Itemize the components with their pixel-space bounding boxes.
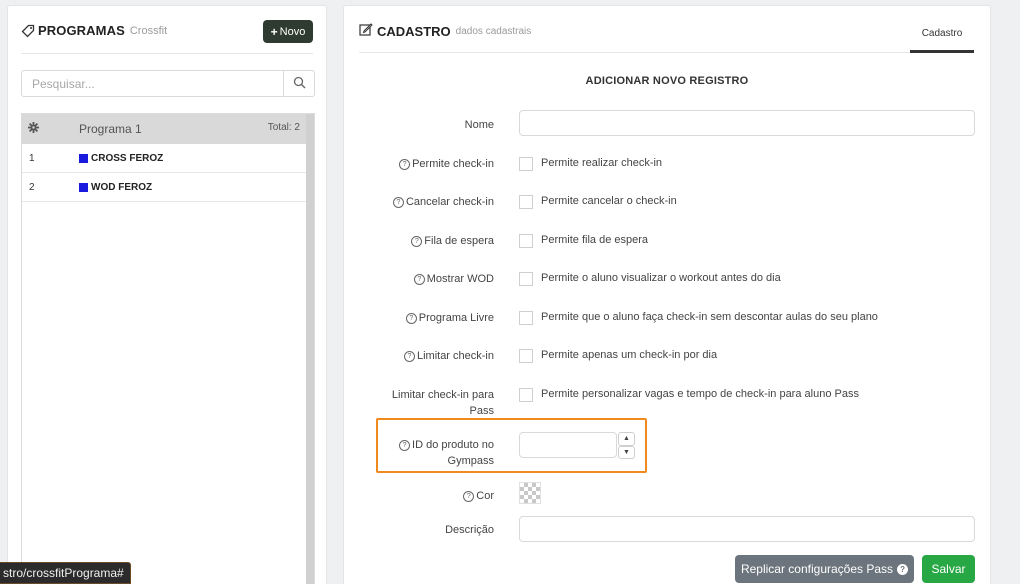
limitar-pass-label-line2: Pass bbox=[469, 405, 494, 417]
limitar-checkin-label-text: Limitar check-in bbox=[416, 350, 494, 362]
novo-button-label: Novo bbox=[279, 25, 306, 38]
cadastro-title-group: CADASTRO dados cadastrais bbox=[359, 23, 531, 40]
programs-title: PROGRAMAS bbox=[38, 23, 125, 38]
list-item-number: 1 bbox=[29, 152, 35, 164]
limitar-pass-label: Limitar check-in para Pass bbox=[392, 387, 494, 419]
limitar-pass-checkbox[interactable] bbox=[519, 388, 533, 402]
cadastro-subtitle: dados cadastrais bbox=[455, 26, 532, 37]
edit-icon bbox=[359, 23, 373, 40]
list-header-program: Programa 1 bbox=[79, 122, 142, 136]
cancelar-checkin-label-text: Cancelar check-in bbox=[405, 196, 494, 208]
mostrar-wod-checkbox[interactable] bbox=[519, 272, 533, 286]
gear-icon[interactable] bbox=[28, 122, 39, 136]
help-icon[interactable]: ? bbox=[463, 491, 475, 502]
cadastro-header: CADASTRO dados cadastrais Cadastro bbox=[359, 16, 974, 53]
replicar-pass-label: Replicar configurações Pass bbox=[740, 562, 894, 576]
list-item-number: 2 bbox=[29, 181, 35, 193]
limitar-pass-text: Permite personalizar vagas e tempo de ch… bbox=[541, 388, 859, 400]
status-bar-url: stro/crossfitPrograma# bbox=[0, 562, 131, 584]
search-button[interactable] bbox=[283, 71, 314, 96]
novo-button[interactable]: + Novo bbox=[263, 20, 313, 43]
search-input[interactable] bbox=[22, 71, 283, 96]
list-item[interactable]: 1 CROSS FEROZ bbox=[22, 144, 306, 173]
cor-label-text: Cor bbox=[476, 490, 494, 502]
help-icon[interactable]: ? bbox=[392, 197, 404, 208]
list-scrollbar[interactable] bbox=[306, 114, 314, 584]
cadastro-title: CADASTRO bbox=[377, 24, 451, 39]
id-gympass-stepper[interactable]: ▲ ▼ bbox=[618, 432, 635, 459]
descricao-label: Descrição bbox=[445, 524, 494, 536]
permite-checkin-text: Permite realizar check-in bbox=[541, 157, 663, 169]
help-icon[interactable]: ? bbox=[411, 236, 423, 247]
limitar-checkin-text: Permite apenas um check-in por dia bbox=[541, 349, 718, 361]
cancelar-checkin-checkbox[interactable] bbox=[519, 195, 533, 209]
save-button[interactable]: Salvar bbox=[922, 555, 975, 583]
list-item-name: WOD FEROZ bbox=[91, 181, 153, 193]
programs-subtitle: Crossfit bbox=[129, 24, 168, 37]
mostrar-wod-text: Permite o aluno visualizar o workout ant… bbox=[541, 272, 781, 284]
permite-checkin-checkbox[interactable] bbox=[519, 157, 533, 171]
programs-panel: PROGRAMAS Crossfit + Novo Programa 1 Tot… bbox=[7, 5, 327, 584]
chevron-up-icon[interactable]: ▲ bbox=[618, 432, 635, 446]
color-swatch bbox=[79, 153, 88, 163]
help-icon[interactable]: ? bbox=[399, 159, 411, 170]
id-gympass-label-line2: Gympass bbox=[447, 455, 494, 467]
color-picker[interactable] bbox=[519, 482, 541, 504]
id-gympass-input[interactable] bbox=[519, 432, 617, 458]
cor-label: ? Cor bbox=[463, 488, 494, 504]
tab-cadastro[interactable]: Cadastro bbox=[910, 16, 974, 53]
plus-icon: + bbox=[270, 24, 278, 39]
search-box bbox=[21, 70, 315, 97]
id-gympass-label-line1: ID do produto no bbox=[412, 439, 494, 451]
fila-espera-text: Permite fila de espera bbox=[541, 234, 648, 246]
nome-label: Nome bbox=[464, 119, 494, 131]
tag-icon bbox=[21, 24, 35, 38]
programa-livre-checkbox[interactable] bbox=[519, 311, 533, 325]
programa-livre-text: Permite que o aluno faça check-in sem de… bbox=[541, 311, 878, 323]
descricao-input[interactable] bbox=[519, 516, 975, 542]
cadastro-panel: CADASTRO dados cadastrais Cadastro ADICI… bbox=[343, 5, 991, 584]
list-header-total: Total: 2 bbox=[267, 122, 300, 133]
fila-espera-checkbox[interactable] bbox=[519, 234, 533, 248]
cancelar-checkin-label: ? Cancelar check-in bbox=[392, 194, 494, 210]
nome-input[interactable] bbox=[519, 110, 975, 136]
permite-checkin-label-text: Permite check-in bbox=[412, 158, 494, 170]
replicar-pass-button[interactable]: Replicar configurações Pass ? bbox=[735, 555, 914, 583]
fila-espera-label-text: Fila de espera bbox=[424, 235, 494, 247]
limitar-pass-label-line1: Limitar check-in para bbox=[391, 389, 494, 401]
programs-title-group: PROGRAMAS Crossfit bbox=[21, 23, 167, 38]
color-swatch bbox=[79, 182, 88, 192]
limitar-checkin-checkbox[interactable] bbox=[519, 349, 533, 363]
fila-espera-label: ? Fila de espera bbox=[411, 233, 494, 249]
programa-livre-label-text: Programa Livre bbox=[418, 312, 494, 324]
question-icon: ? bbox=[897, 563, 909, 575]
permite-checkin-label: ? Permite check-in bbox=[399, 156, 494, 172]
limitar-checkin-label: ? Limitar check-in bbox=[403, 348, 494, 364]
id-gympass-label: ? ID do produto no Gympass bbox=[399, 437, 494, 469]
list-item[interactable]: 2 WOD FEROZ bbox=[22, 173, 306, 202]
programs-list: Programa 1 Total: 2 1 CROSS FEROZ 2 WOD … bbox=[21, 113, 315, 584]
help-icon[interactable]: ? bbox=[413, 274, 425, 285]
search-icon bbox=[293, 76, 306, 92]
list-header: Programa 1 Total: 2 bbox=[22, 114, 314, 144]
section-title: ADICIONAR NOVO REGISTRO bbox=[585, 75, 749, 87]
cancelar-checkin-text: Permite cancelar o check-in bbox=[541, 195, 677, 207]
mostrar-wod-label-text: Mostrar WOD bbox=[426, 273, 494, 285]
help-icon[interactable]: ? bbox=[405, 313, 417, 324]
mostrar-wod-label: ? Mostrar WOD bbox=[413, 271, 494, 287]
chevron-down-icon[interactable]: ▼ bbox=[618, 445, 635, 459]
list-item-name: CROSS FEROZ bbox=[91, 152, 164, 164]
help-icon[interactable]: ? bbox=[403, 351, 415, 362]
programs-header: PROGRAMAS Crossfit + Novo bbox=[21, 20, 313, 54]
help-icon[interactable]: ? bbox=[399, 440, 411, 451]
programa-livre-label: ? Programa Livre bbox=[405, 310, 494, 326]
